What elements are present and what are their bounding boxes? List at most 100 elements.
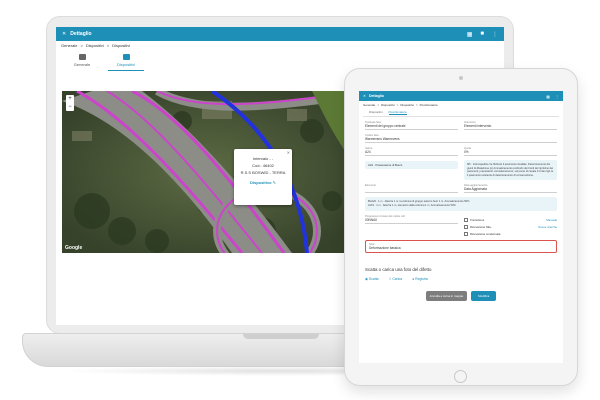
chip-column: A24 · Possessione di Buoni — [365, 160, 458, 180]
checkbox[interactable] — [464, 231, 468, 236]
save-icon[interactable]: ■ — [480, 31, 484, 37]
tab-generale[interactable]: Generale — [64, 50, 100, 71]
field-value: Elementi intervento — [464, 124, 492, 128]
checkbox-label: Transizione — [470, 217, 485, 222]
zoom-out-button[interactable]: − — [66, 103, 74, 111]
photo-section-title: Scatta o carica una foto del difetto — [365, 266, 432, 272]
checkbox-action-link[interactable]: Nuove ricerche — [538, 225, 557, 229]
breadcrumb: Generale > Dispositivi > Dispositivi > P… — [359, 101, 563, 108]
form-row: A24 · Possessione di Buoni M5 · Intercap… — [359, 160, 563, 181]
popup-link-label: Dispositivo — [249, 180, 272, 185]
tablet-app-bar: ✕ Dettaglio ▦ ⋮ — [359, 91, 563, 101]
detail-block: BLAVA · 1 m · Altezza 1 m, la colonna di… — [359, 197, 563, 211]
popup-line: R.S.S BOSWID - TERRA — [240, 170, 286, 175]
field-value: Elementi del gruppo centrale — [365, 124, 406, 128]
tablet-camera — [459, 76, 463, 80]
checkbox-action-link[interactable]: Manuale — [546, 218, 557, 222]
tablet-screen: ✕ Dettaglio ▦ ⋮ Generale > Dispositivi >… — [359, 91, 563, 363]
checkbox[interactable] — [464, 224, 468, 229]
form-row: Elemento Data aggiornamento Data Aggiorn… — [359, 184, 563, 194]
checkbox-row[interactable]: Ricevazione NE+ Nuove ricerche — [464, 224, 557, 229]
close-icon[interactable]: ✕ — [62, 31, 66, 37]
note-column: M5 · Intercapedine tra l'Erba E il pavim… — [464, 160, 557, 181]
zoom-in-button[interactable]: + — [66, 95, 74, 103]
breadcrumb-item[interactable]: Dispositivi — [400, 103, 414, 107]
detail-line: ALTA · 1 m · Altezza 1 m, elemento della… — [368, 203, 456, 207]
breadcrumb-separator: > — [377, 102, 380, 107]
app-title: Dettaglio — [70, 31, 92, 37]
popup-device-link[interactable]: Dispositivo ✎ — [234, 179, 292, 186]
quota-field[interactable]: Quota 0% — [464, 147, 557, 156]
form-row: Codice fase Warmevens Warmevens — [359, 134, 563, 143]
field-value: A24 — [365, 150, 371, 154]
zoom-controls: + − — [66, 95, 74, 111]
breadcrumb: Generale > Dispositivi > Dispositivi — [56, 41, 504, 50]
tab-bar: Dispositivi Posizionatore — [359, 108, 563, 116]
save-button[interactable]: Modifica — [471, 290, 497, 301]
breadcrumb-separator: > — [415, 102, 418, 107]
map-imagery — [62, 91, 352, 253]
action-label: Scatta — [368, 276, 379, 281]
tipologia-field[interactable]: Tipologia fase Elementi del gruppo centr… — [365, 121, 458, 130]
satellite-map[interactable]: + − ✕ Intervalo - - Cod.: 46402 R.S.S BO… — [62, 91, 352, 253]
tab-dispositivi[interactable]: Dispositivi — [369, 110, 383, 114]
selected-chip[interactable]: A24 · Possessione di Buoni — [365, 161, 458, 169]
mic-icon: ● — [412, 276, 415, 281]
form-row: Tipologia fase Elementi del gruppo centr… — [359, 121, 563, 130]
data-aggiornamento-field[interactable]: Data aggiornamento Data Aggiornata — [464, 184, 557, 194]
laptop-notch — [243, 334, 319, 339]
left-column: Progressivo di stato del codice coll. 00… — [365, 215, 458, 236]
grid-icon[interactable]: ▦ — [546, 94, 550, 99]
tablet-home-button[interactable] — [454, 370, 467, 383]
app-title: Dettaglio — [368, 94, 384, 98]
field-value: Data Aggiornata — [464, 187, 487, 192]
checkbox-row[interactable]: Transizione Manuale — [464, 217, 557, 222]
field-value: Warmevens Warmevens — [365, 137, 400, 141]
device-mockup-stage: ✕ Dettaglio ▦ ■ ⋮ Generale > Dispositivi… — [0, 0, 600, 400]
progressivo-field[interactable]: Progressivo di stato del codice coll. 00… — [365, 215, 458, 224]
note-textarea[interactable]: Note Deformazione bassica — [365, 239, 557, 253]
grid-icon[interactable]: ▦ — [467, 31, 473, 38]
checks-column: Transizione Manuale Ricevazione NE+ Nuov… — [464, 215, 557, 236]
breadcrumb-item[interactable]: Dispositivi — [86, 43, 104, 48]
map-attribution: Google — [65, 245, 83, 251]
carica-button[interactable]: ⇪ Carica — [389, 277, 403, 281]
checkbox-label: Ricevazione condensata — [470, 231, 501, 236]
registra-button[interactable]: ● Registra — [412, 277, 428, 281]
breadcrumb-item: Dispositivi — [112, 43, 131, 48]
cancel-button[interactable]: Annulla e torna in mappa — [425, 290, 468, 301]
close-icon[interactable]: ✕ — [287, 149, 290, 156]
breadcrumb-item[interactable]: Generale — [363, 103, 375, 107]
edit-icon: ✎ — [272, 180, 277, 185]
intervento-field[interactable]: Intervento Elementi intervento — [464, 121, 557, 130]
field-label: Elemento — [365, 184, 376, 188]
field-value: 0% — [464, 150, 469, 154]
divider — [363, 116, 559, 117]
valore-field[interactable]: Valore A24 — [365, 147, 458, 156]
more-vert-icon[interactable]: ⋮ — [492, 31, 498, 38]
checkbox[interactable] — [464, 217, 468, 222]
tab-posizionatore[interactable]: Posizionatore — [388, 110, 407, 115]
checkbox-label: Ricevazione NE+ — [470, 224, 492, 229]
field-value: Deformazione bassica — [369, 245, 401, 250]
breadcrumb-item[interactable]: Generale — [61, 43, 77, 48]
more-vert-icon[interactable]: ⋮ — [555, 94, 559, 99]
detail-note: BLAVA · 1 m · Altezza 1 m, la colonna di… — [365, 197, 557, 211]
checkbox-row[interactable]: Ricevazione condensata — [464, 231, 557, 236]
action-label: Carica — [392, 276, 403, 281]
popup-line: Intervalo - - — [252, 156, 274, 161]
elemento-field[interactable]: Elemento — [365, 184, 458, 194]
scatta-button[interactable]: ◉ Scatta — [365, 277, 379, 281]
action-label: Registra — [415, 276, 428, 281]
camera-icon: ◉ — [365, 276, 368, 281]
tab-dispositivi[interactable]: Dispositivi — [108, 50, 144, 71]
camera-icon — [78, 54, 86, 60]
upload-icon: ⇪ — [388, 276, 392, 281]
laptop-app-bar: ✕ Dettaglio ▦ ■ ⋮ — [56, 27, 504, 41]
breadcrumb-item[interactable]: Dispositivi — [381, 103, 395, 107]
tab-label: Generale — [73, 62, 91, 67]
map-info-popup: ✕ Intervalo - - Cod.: 46402 R.S.S BOSWID… — [234, 149, 292, 205]
form-row: Valore A24 Quota 0% — [359, 147, 563, 156]
codice-field[interactable]: Codice fase Warmevens Warmevens — [365, 134, 557, 143]
close-icon[interactable]: ✕ — [363, 94, 366, 98]
